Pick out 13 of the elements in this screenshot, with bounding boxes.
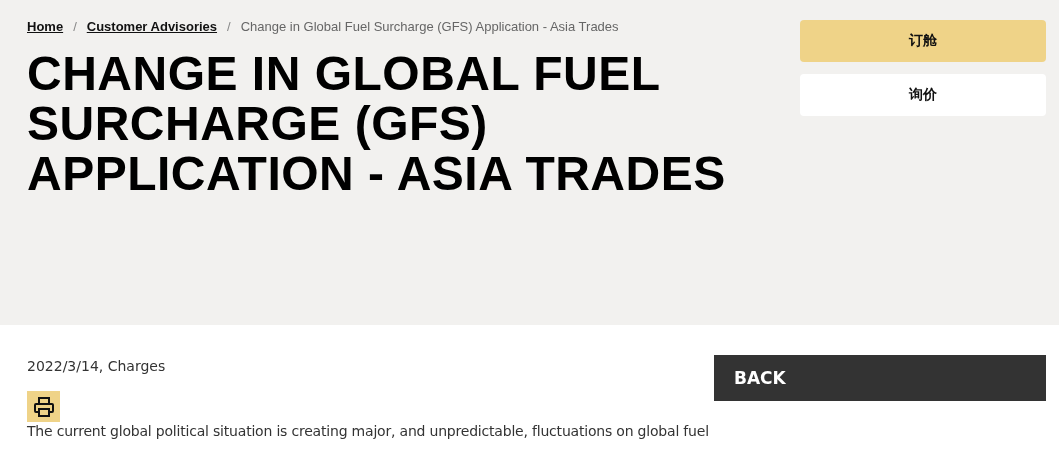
printer-icon [32, 395, 55, 418]
post-meta: 2022/3/14, Charges [27, 358, 167, 374]
body-paragraph: The current global political situation is creating major, and unpredictable, fluctuations on global fuel [27, 423, 709, 439]
breadcrumb-separator: / [227, 18, 231, 34]
breadcrumb-separator: / [73, 18, 77, 34]
breadcrumb-current: Change in Global Fuel Surcharge (GFS) Application - Asia Trades [240, 18, 619, 34]
action-button[interactable]: 询价 [800, 74, 1046, 116]
print-button[interactable] [27, 391, 60, 422]
action-button[interactable]: 订舱 [800, 20, 1046, 62]
back-button[interactable]: BACK [714, 355, 1046, 401]
page-title: CHANGE IN GLOBAL FUEL SURCHARGE (GFS) APPLICATION - ASIA TRADES [27, 49, 727, 199]
breadcrumb-link[interactable]: Customer Advisories [86, 18, 218, 34]
breadcrumb-link[interactable]: Home [27, 18, 64, 34]
